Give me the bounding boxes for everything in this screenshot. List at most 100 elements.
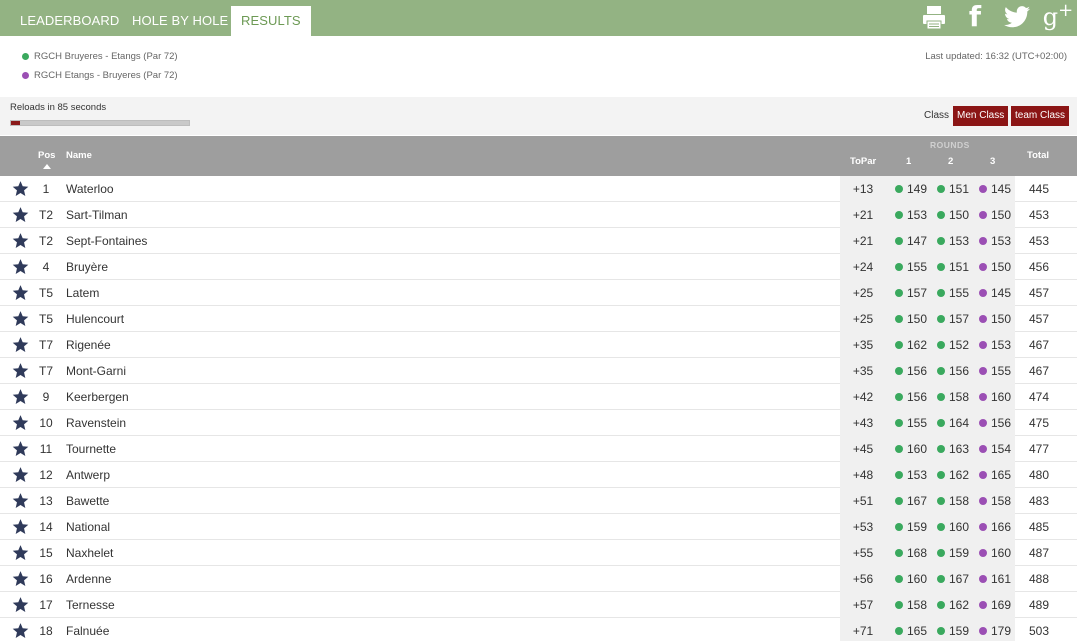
favorite-star-icon[interactable] [12, 232, 29, 249]
row-team-name[interactable]: Antwerp [66, 468, 110, 482]
green-dot-icon [937, 263, 945, 271]
favorite-star-icon[interactable] [12, 258, 29, 275]
table-row[interactable]: 16 Ardenne +56 160 167 161 488 [0, 566, 1077, 592]
col-topar[interactable]: ToPar [850, 156, 876, 167]
green-dot-icon [937, 523, 945, 531]
row-total: 457 [1028, 312, 1050, 326]
row-team-name[interactable]: Bruyère [66, 260, 108, 274]
facebook-icon[interactable]: f [966, 2, 984, 32]
row-total: 483 [1028, 494, 1050, 508]
row-round-1: 160 [895, 572, 927, 586]
row-total: 489 [1028, 598, 1050, 612]
row-team-name[interactable]: Hulencourt [66, 312, 124, 326]
row-total: 456 [1028, 260, 1050, 274]
table-row[interactable]: 4 Bruyère +24 155 151 150 456 [0, 254, 1077, 280]
table-row[interactable]: 17 Ternesse +57 158 162 169 489 [0, 592, 1077, 618]
row-team-name[interactable]: Bawette [66, 494, 109, 508]
table-row[interactable]: 18 Falnuée +71 165 159 179 503 [0, 618, 1077, 641]
row-team-name[interactable]: Falnuée [66, 624, 109, 638]
row-team-name[interactable]: Ternesse [66, 598, 115, 612]
row-team-name[interactable]: Ardenne [66, 572, 111, 586]
row-round-3: 160 [979, 546, 1011, 560]
round-score: 164 [949, 416, 970, 430]
favorite-star-icon[interactable] [12, 622, 29, 639]
row-total: 453 [1028, 234, 1050, 248]
google-plus-icon[interactable]: g + [1043, 0, 1073, 32]
table-row[interactable]: 13 Bawette +51 167 158 158 483 [0, 488, 1077, 514]
tab-leaderboard[interactable]: LEADERBOARD [20, 6, 119, 36]
col-round-3[interactable]: 3 [990, 156, 995, 167]
row-position: 1 [42, 182, 50, 196]
row-team-name[interactable]: Latem [66, 286, 99, 300]
row-team-name[interactable]: Waterloo [66, 182, 114, 196]
row-team-name[interactable]: Tournette [66, 442, 116, 456]
favorite-star-icon[interactable] [12, 284, 29, 301]
row-topar: +35 [852, 338, 874, 352]
row-team-name[interactable]: Keerbergen [66, 390, 129, 404]
table-row[interactable]: T7 Mont-Garni +35 156 156 155 467 [0, 358, 1077, 384]
favorite-star-icon[interactable] [12, 310, 29, 327]
table-row[interactable]: 1 Waterloo +13 149 151 145 445 [0, 176, 1077, 202]
print-icon[interactable] [921, 2, 947, 32]
team-class-button[interactable]: team Class [1011, 106, 1070, 126]
favorite-star-icon[interactable] [12, 596, 29, 613]
favorite-star-icon[interactable] [12, 206, 29, 223]
table-row[interactable]: 14 National +53 159 160 166 485 [0, 514, 1077, 540]
favorite-star-icon[interactable] [12, 466, 29, 483]
table-row[interactable]: 11 Tournette +45 160 163 154 477 [0, 436, 1077, 462]
favorite-star-icon[interactable] [12, 440, 29, 457]
table-row[interactable]: 9 Keerbergen +42 156 158 160 474 [0, 384, 1077, 410]
row-team-name[interactable]: Mont-Garni [66, 364, 126, 378]
row-round-2: 152 [937, 338, 969, 352]
green-dot-icon [895, 263, 903, 271]
row-round-1: 156 [895, 390, 927, 404]
table-row[interactable]: T5 Hulencourt +25 150 157 150 457 [0, 306, 1077, 332]
favorite-star-icon[interactable] [12, 492, 29, 509]
col-pos[interactable]: Pos [38, 150, 55, 161]
purple-dot-icon [979, 211, 987, 219]
row-round-2: 162 [937, 468, 969, 482]
row-round-3: 161 [979, 572, 1011, 586]
round-score: 159 [949, 624, 970, 638]
purple-dot-icon [979, 393, 987, 401]
row-round-3: 150 [979, 312, 1011, 326]
table-row[interactable]: 10 Ravenstein +43 155 164 156 475 [0, 410, 1077, 436]
row-total: 487 [1028, 546, 1050, 560]
table-row[interactable]: T7 Rigenée +35 162 152 153 467 [0, 332, 1077, 358]
row-round-2: 151 [937, 260, 969, 274]
col-total[interactable]: Total [1027, 150, 1049, 161]
round-score: 157 [907, 286, 928, 300]
favorite-star-icon[interactable] [12, 414, 29, 431]
table-row[interactable]: T2 Sart-Tilman +21 153 150 150 453 [0, 202, 1077, 228]
favorite-star-icon[interactable] [12, 570, 29, 587]
col-round-2[interactable]: 2 [948, 156, 953, 167]
col-round-1[interactable]: 1 [906, 156, 911, 167]
tab-results[interactable]: RESULTS [231, 6, 311, 36]
table-row[interactable]: 15 Naxhelet +55 168 159 160 487 [0, 540, 1077, 566]
tab-hole-by-hole[interactable]: HOLE BY HOLE [132, 6, 228, 36]
men-class-button[interactable]: Men Class [953, 106, 1009, 126]
table-row[interactable]: T2 Sept-Fontaines +21 147 153 153 453 [0, 228, 1077, 254]
table-row[interactable]: 12 Antwerp +48 153 162 165 480 [0, 462, 1077, 488]
green-dot-icon [937, 185, 945, 193]
favorite-star-icon[interactable] [12, 518, 29, 535]
row-team-name[interactable]: Rigenée [66, 338, 111, 352]
favorite-star-icon[interactable] [12, 388, 29, 405]
round-score: 160 [907, 572, 928, 586]
favorite-star-icon[interactable] [12, 362, 29, 379]
class-label: Class [924, 110, 950, 121]
round-score: 155 [949, 286, 970, 300]
row-team-name[interactable]: Ravenstein [66, 416, 126, 430]
favorite-star-icon[interactable] [12, 180, 29, 197]
twitter-icon[interactable] [1003, 2, 1031, 32]
row-round-1: 147 [895, 234, 927, 248]
favorite-star-icon[interactable] [12, 544, 29, 561]
table-row[interactable]: T5 Latem +25 157 155 145 457 [0, 280, 1077, 306]
favorite-star-icon[interactable] [12, 336, 29, 353]
row-team-name[interactable]: Sart-Tilman [66, 208, 128, 222]
row-round-2: 167 [937, 572, 969, 586]
row-team-name[interactable]: Sept-Fontaines [66, 234, 147, 248]
col-name[interactable]: Name [66, 150, 92, 161]
row-team-name[interactable]: National [66, 520, 110, 534]
row-team-name[interactable]: Naxhelet [66, 546, 113, 560]
